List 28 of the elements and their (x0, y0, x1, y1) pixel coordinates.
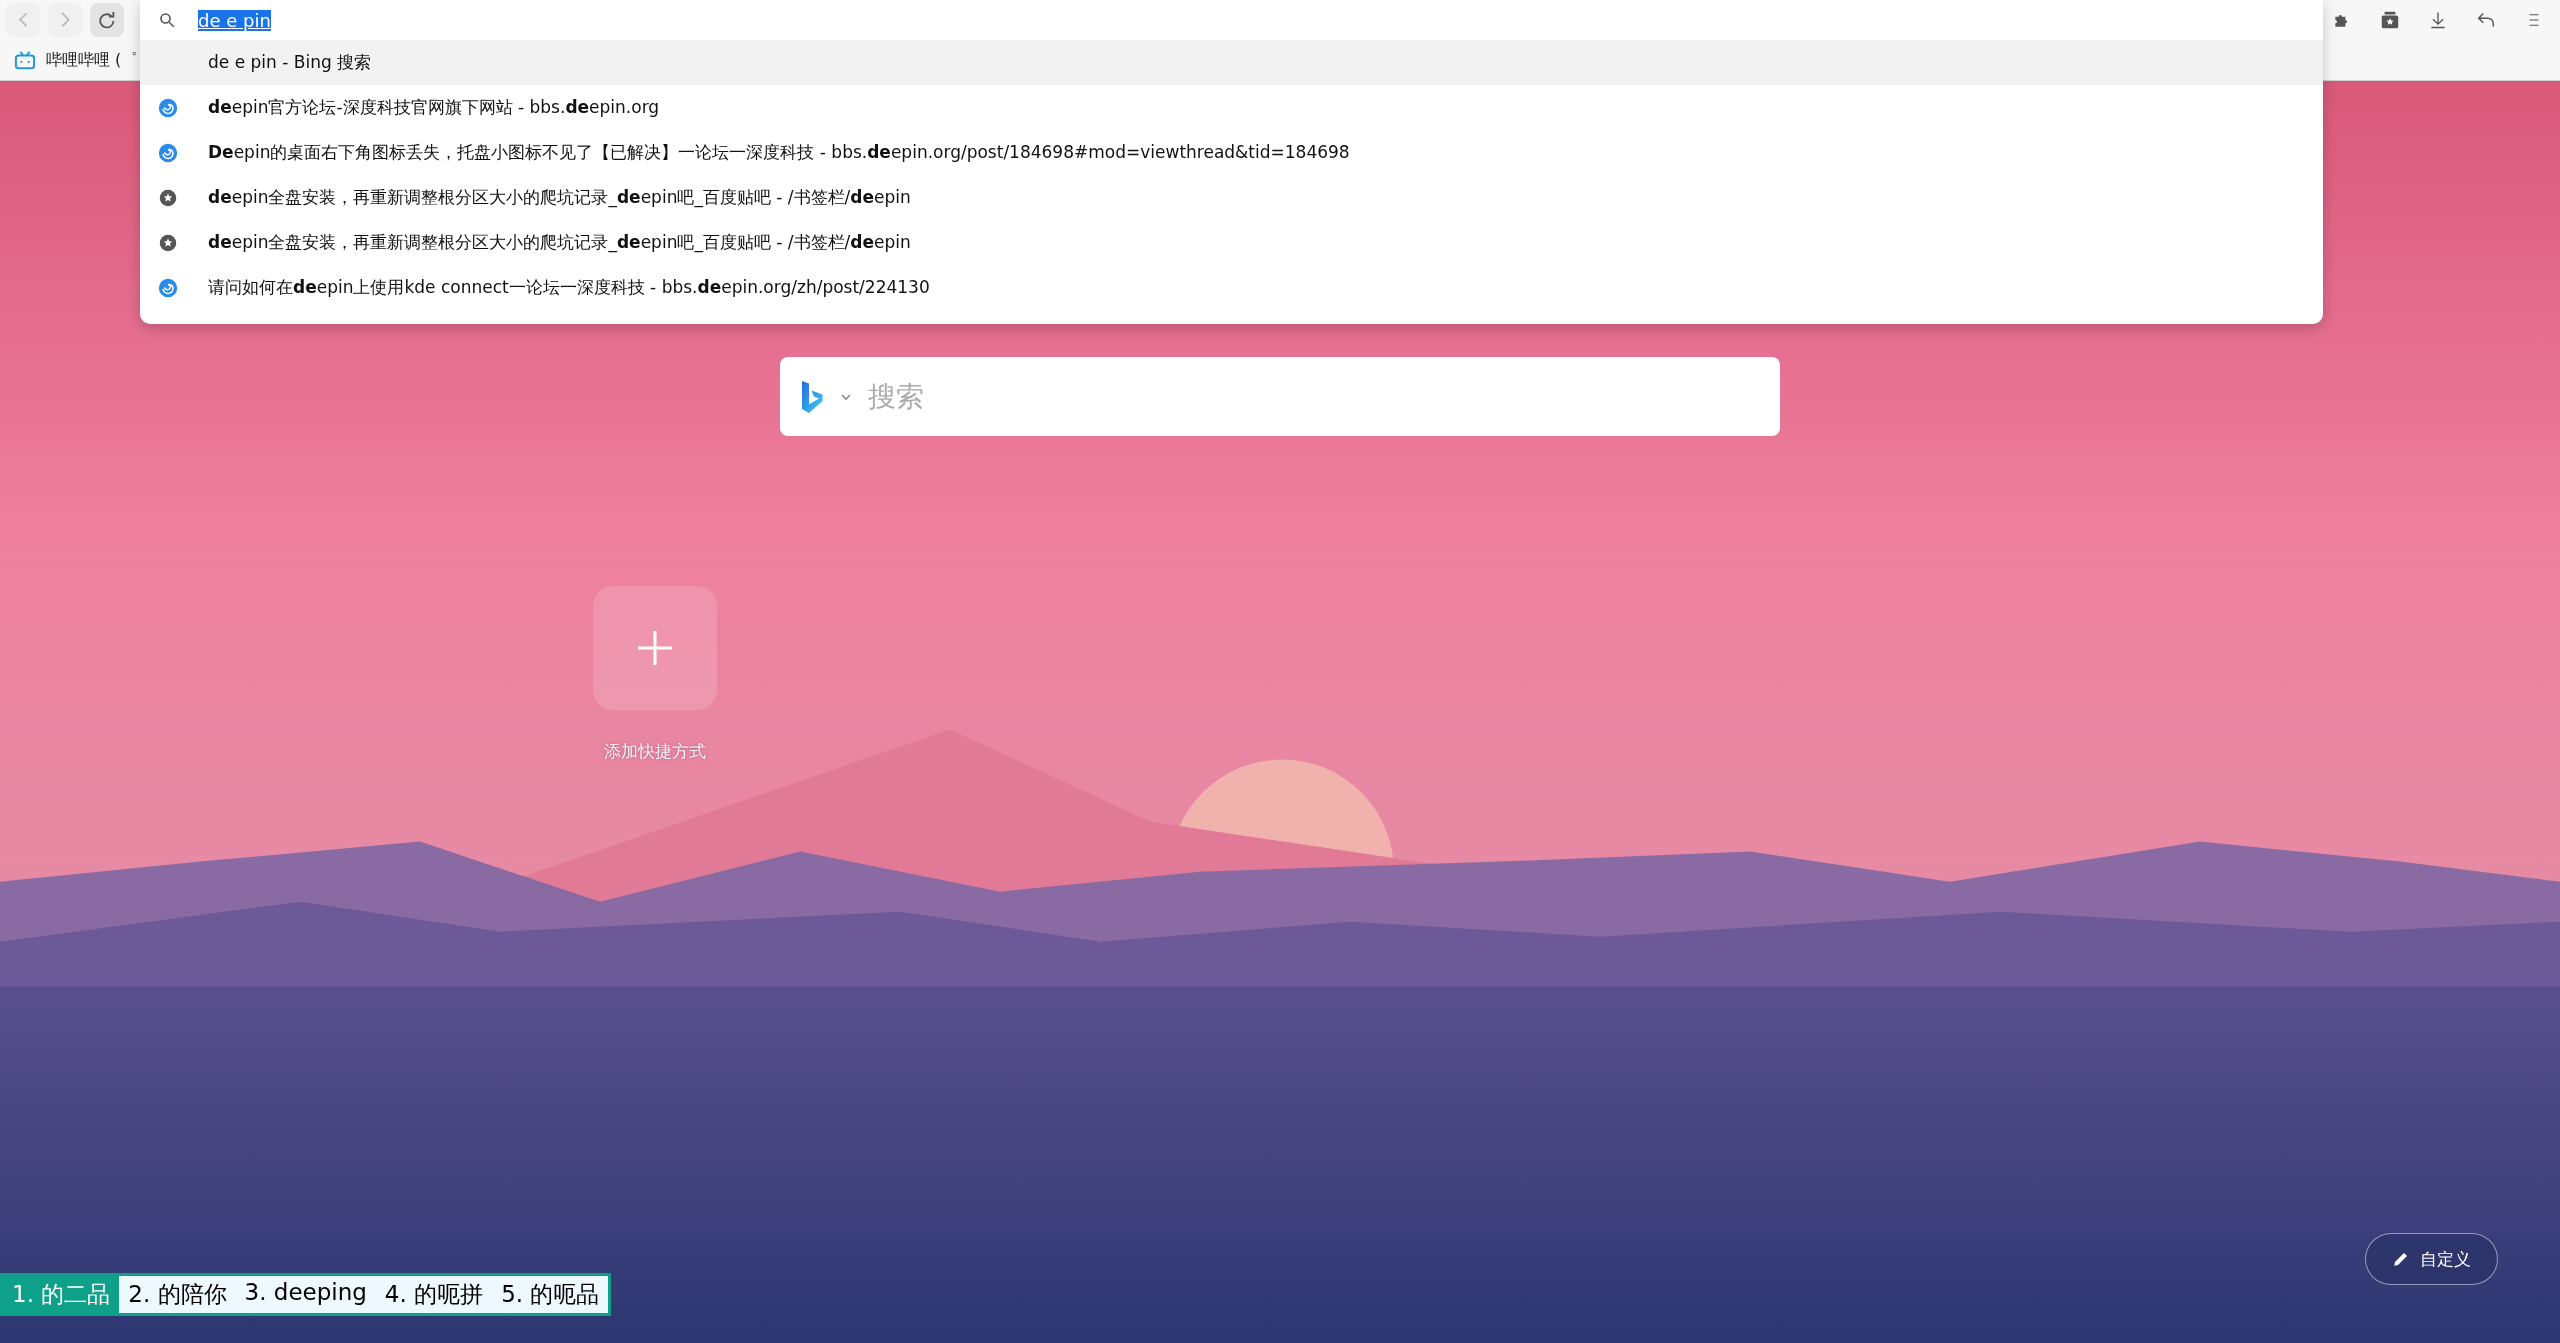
suggestion-item[interactable]: 请问如何在deepin上使用kde connect一论坛一深度科技 - bbs.deepin.org/zh/post/224130 (140, 265, 2323, 310)
ime-candidate[interactable]: 4. 的呃拼 (375, 1276, 493, 1313)
search-bar[interactable]: 搜索 (780, 357, 1780, 436)
reload-icon (98, 11, 116, 29)
suggestion-item[interactable]: deepin官方论坛-深度科技官网旗下网站 - bbs.deepin.org (140, 85, 2323, 130)
suggestion-item[interactable]: deepin全盘安装，再重新调整根分区大小的爬坑记录_deepin吧_百度贴吧 - /书签栏/deepin (140, 175, 2323, 220)
star-folder-icon (2379, 9, 2401, 31)
shortcut-label: 添加快捷方式 (604, 740, 706, 763)
reload-button[interactable] (90, 3, 124, 37)
tv-icon (14, 50, 36, 70)
customize-button[interactable]: 自定义 (2365, 1233, 2498, 1285)
swirl-logo-icon (158, 97, 178, 118)
address-field[interactable]: de e pin (198, 9, 2323, 31)
ime-candidate[interactable]: 5. 的呃品 (492, 1276, 609, 1313)
ime-candidate[interactable]: 2. 的陪你 (119, 1276, 236, 1313)
plus-icon (637, 630, 673, 666)
bing-logo-icon (800, 378, 826, 415)
pencil-icon (2392, 1250, 2410, 1268)
swirl-logo-icon (158, 277, 178, 298)
suggestion-item[interactable]: de e pin - Bing 搜索 (140, 40, 2323, 85)
suggestion-item[interactable]: deepin全盘安装，再重新调整根分区大小的爬坑记录_deepin吧_百度贴吧 - /书签栏/deepin (140, 220, 2323, 265)
suggestion-item[interactable]: Deepin的桌面右下角图标丢失，托盘小图标不见了【已解决】一论坛一深度科技 - bbs.deepin.org/post/184698#mod=viewthread&tid=184698 (140, 130, 2323, 175)
search-field[interactable]: 搜索 (866, 379, 1760, 414)
bookmark-item[interactable]: 哔哩哔哩 (゜ (14, 49, 138, 71)
search-icon (158, 11, 176, 29)
ime-candidate[interactable]: 3. deeping (235, 1276, 376, 1313)
download-icon (2428, 10, 2448, 30)
swirl-logo-icon (158, 142, 178, 163)
